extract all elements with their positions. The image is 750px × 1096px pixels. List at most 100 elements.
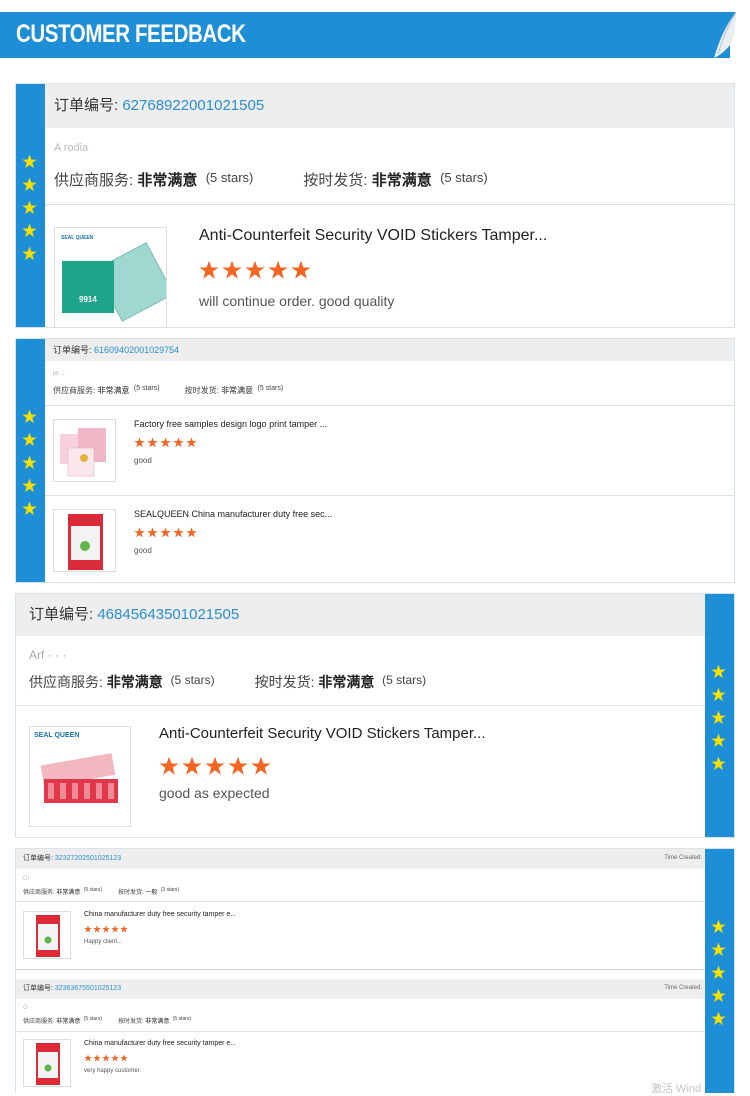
rating-star-icon	[182, 756, 202, 775]
order-label: 订单编号:	[54, 97, 119, 114]
product-thumbnail[interactable]: SEAL QUEEN 9914	[54, 227, 167, 328]
review-comment: good as expected	[159, 785, 270, 801]
buyer-name: G ·	[23, 1005, 32, 1011]
card-side-bar	[16, 84, 45, 327]
supplier-service-stars: (5 stars)	[83, 1016, 103, 1022]
product-title[interactable]: China manufacturer duty free security ta…	[84, 1040, 236, 1047]
rating-star-icon	[147, 527, 158, 538]
product-thumbnail[interactable]	[23, 1039, 71, 1087]
product-thumbnail[interactable]	[23, 911, 71, 959]
shipping-stars: (5 stars)	[257, 385, 284, 392]
shipping-label: 按时发货:	[118, 890, 144, 896]
review-card: 订单编号: 32327202501025123 Time Created: Gi…	[15, 848, 735, 1093]
rating-star-icon	[222, 260, 242, 279]
product-title[interactable]: China manufacturer duty free security ta…	[84, 911, 236, 918]
rating-star-icon	[84, 1054, 92, 1062]
product-thumbnail[interactable]: SEAL QUEEN	[29, 726, 131, 827]
side-star-column	[711, 915, 726, 1030]
order-divider	[16, 969, 705, 970]
time-created-label: Time Created:	[664, 985, 702, 991]
product-thumbnail[interactable]	[53, 509, 116, 572]
product-title[interactable]: Factory free samples design logo print t…	[134, 419, 327, 429]
rating-star-icon	[173, 437, 184, 448]
rating-star-icon	[186, 437, 197, 448]
order-number-link[interactable]: 61609402001029754	[94, 345, 179, 355]
rating-star-icon	[199, 260, 219, 279]
order-header: 订单编号: 32327202501025123	[16, 849, 705, 869]
product-title[interactable]: SEALQUEEN China manufacturer duty free s…	[134, 509, 332, 519]
rating-star-icon	[147, 437, 158, 448]
os-activation-watermark: 激活 Wind	[651, 1083, 702, 1095]
rating-star-icon	[186, 527, 197, 538]
shipping-label: 按时发货:	[184, 386, 219, 395]
section-divider	[16, 705, 705, 706]
seller-ratings: 供应商服务: 非常满意 (5 stars) 按时发货: 非常满意 (5 star…	[23, 1016, 191, 1025]
security-bag-image	[36, 915, 60, 957]
shipping-value: 非常满意	[221, 386, 254, 395]
product-thumbnail[interactable]	[53, 419, 116, 482]
side-star-icon	[711, 988, 726, 1003]
review-card: 订单编号: 61609402001029754 ja ... 供应商服务: 非常…	[15, 338, 735, 583]
product-title[interactable]: Anti-Counterfeit Security VOID Stickers …	[199, 227, 547, 245]
section-divider	[45, 204, 734, 205]
supplier-service-label: 供应商服务:	[54, 172, 134, 189]
review-card: 订单编号: 46845643501021505 Arf · · · 供应商服务:…	[15, 593, 735, 838]
supplier-service-label: 供应商服务:	[23, 890, 55, 896]
order-label: 订单编号:	[23, 855, 53, 862]
section-divider	[16, 1031, 705, 1032]
shipping-value: 非常满意	[318, 674, 375, 690]
side-star-column	[22, 150, 37, 265]
side-star-icon	[22, 501, 37, 516]
side-star-icon	[22, 200, 37, 215]
product-rating-stars	[84, 925, 129, 933]
rating-star-icon	[160, 527, 171, 538]
product-rating-stars	[159, 756, 274, 776]
banner-title: CUSTOMER FEEDBACK	[16, 20, 246, 48]
buyer-name: ja ...	[53, 370, 67, 377]
buyer-name: Arf · · ·	[29, 648, 67, 662]
customer-feedback-banner: CUSTOMER FEEDBACK	[0, 12, 730, 58]
page-curl-icon	[692, 12, 736, 58]
svg-text:SEAL QUEEN: SEAL QUEEN	[61, 235, 94, 241]
product-rating-stars	[84, 1054, 129, 1062]
side-star-icon	[22, 409, 37, 424]
side-star-column	[22, 405, 37, 520]
order-label: 订单编号:	[53, 345, 92, 355]
side-star-icon	[22, 246, 37, 261]
supplier-service-value: 非常满意	[56, 1019, 81, 1025]
item-divider	[45, 495, 734, 496]
rating-star-icon	[291, 260, 311, 279]
product-rating-stars	[134, 527, 199, 538]
card-side-bar	[16, 339, 45, 582]
order-number-link[interactable]: 62768922001021505	[122, 97, 264, 114]
shipping-label: 按时发货:	[118, 1019, 144, 1025]
rating-star-icon	[159, 756, 179, 775]
review-comment: very happy customer.	[84, 1068, 142, 1074]
seller-ratings: 供应商服务: 非常满意 (5 stars) 按时发货: 非常满意 (5 star…	[29, 672, 426, 692]
rating-star-icon	[120, 1054, 128, 1062]
rating-star-icon	[102, 925, 110, 933]
shipping-value: 非常满意	[371, 172, 432, 189]
void-sticker-image: SEAL QUEEN	[34, 732, 118, 803]
order-number-link[interactable]: 46845643501021505	[97, 606, 239, 623]
seller-ratings: 供应商服务: 非常满意 (5 stars) 按时发货: 一般 (3 stars)	[23, 887, 179, 896]
product-title[interactable]: Anti-Counterfeit Security VOID Stickers …	[159, 725, 486, 742]
supplier-service-value: 非常满意	[97, 386, 130, 395]
supplier-service-stars: (5 stars)	[170, 673, 215, 687]
supplier-service-stars: (5 stars)	[205, 170, 254, 185]
rating-star-icon	[205, 756, 225, 775]
order-number-link[interactable]: 32363675501025123	[55, 985, 121, 992]
order-number-link[interactable]: 32327202501025123	[55, 855, 121, 862]
side-star-icon	[711, 942, 726, 957]
section-divider	[16, 901, 705, 902]
side-star-icon	[22, 478, 37, 493]
rating-star-icon	[134, 527, 145, 538]
shipping-value: 一般	[145, 890, 158, 896]
buyer-name: A rodia	[54, 142, 89, 154]
side-star-column	[711, 660, 726, 775]
shipping-stars: (5 stars)	[172, 1016, 192, 1022]
rating-star-icon	[134, 437, 145, 448]
side-star-icon	[711, 710, 726, 725]
security-bag-image	[68, 514, 103, 570]
supplier-service-stars: (5 stars)	[133, 385, 160, 392]
